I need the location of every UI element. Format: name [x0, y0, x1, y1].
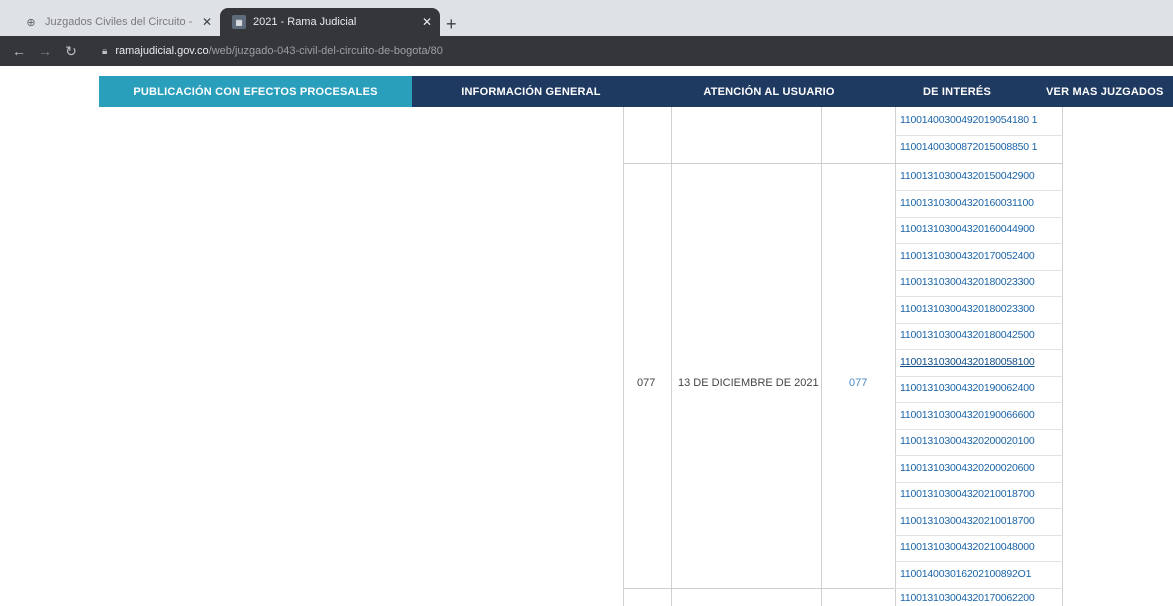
table-border [895, 243, 1063, 244]
row-number: 077 [637, 377, 656, 389]
process-link[interactable]: 110014003016202100892O1 [900, 568, 1031, 580]
row-date: 13 DE DICIEMBRE DE 2021 [678, 377, 819, 389]
site-icon: ▦ [232, 15, 246, 29]
nav-item-informacion-general[interactable]: INFORMACIÓN GENERAL [412, 76, 650, 107]
browser-tab-strip: ⊕ Juzgados Civiles del Circuito - R ✕ ▦ … [0, 0, 1173, 36]
browser-tab-active[interactable]: ▦ 2021 - Rama Judicial ✕ [220, 8, 440, 36]
address-bar[interactable]: 🔒︎ ramajudicial.gov.co /web/juzgado-043-… [102, 45, 443, 57]
close-icon[interactable]: ✕ [202, 15, 212, 29]
table-border [895, 508, 1063, 509]
process-link[interactable]: 110013103004320170062200 [900, 592, 1035, 604]
table-border [895, 481, 1063, 483]
process-link[interactable]: 110013103004320150042900 [900, 170, 1035, 182]
process-link[interactable]: 110013103004320190062400 [900, 382, 1035, 394]
process-link[interactable]: 110013103004320160044900 [900, 223, 1035, 235]
url-path: /web/juzgado-043-civil-del-circuito-de-b… [208, 45, 443, 57]
table-border [895, 534, 1063, 536]
table-border [895, 190, 1063, 191]
nav-item-publicacion[interactable]: PUBLICACIÓN CON EFECTOS PROCESALES [99, 76, 412, 107]
process-link[interactable]: 110013103004320210018700 [900, 515, 1035, 527]
process-link[interactable]: 110013103004320180042500 [900, 329, 1035, 341]
process-link[interactable]: 110013103004320190066600 [900, 409, 1035, 421]
table-border [895, 561, 1063, 562]
new-tab-button[interactable]: + [446, 14, 457, 35]
browser-tab[interactable]: ⊕ Juzgados Civiles del Circuito - R ✕ [10, 8, 220, 36]
table-border [623, 107, 624, 606]
globe-icon: ⊕ [26, 16, 36, 29]
browser-toolbar: ← → ↻ 🔒︎ ramajudicial.gov.co /web/juzgad… [0, 36, 1173, 66]
table-border [895, 587, 1063, 589]
process-link[interactable]: 110013103004320210048000 [900, 541, 1035, 553]
table-border [895, 269, 1063, 271]
tab-title: 2021 - Rama Judicial [253, 16, 357, 28]
table-border [895, 296, 1063, 297]
table-border [671, 107, 672, 606]
process-link[interactable]: 110013103004320200020600 [900, 462, 1035, 474]
table-border [821, 107, 822, 606]
table-border [895, 107, 896, 606]
row-link[interactable]: 077 [849, 377, 867, 389]
table-border [1062, 107, 1063, 606]
close-icon[interactable]: ✕ [422, 15, 432, 29]
table-border [895, 428, 1063, 430]
process-link[interactable]: 110013103004320170052400 [900, 250, 1035, 262]
table-border [895, 135, 1063, 136]
process-link[interactable]: 110013103004320180058100 [900, 356, 1035, 368]
lock-icon: 🔒︎ [102, 45, 108, 57]
tab-title: Juzgados Civiles del Circuito - R [45, 16, 195, 28]
site-navigation: PUBLICACIÓN CON EFECTOS PROCESALES INFOR… [0, 76, 1173, 107]
reload-icon[interactable]: ↻ [64, 43, 78, 60]
table-border [623, 163, 1063, 164]
forward-arrow-icon[interactable]: → [38, 43, 52, 59]
table-border [895, 216, 1063, 218]
nav-item-atencion-usuario[interactable]: ATENCIÓN AL USUARIO [650, 76, 888, 107]
process-link[interactable]: 110013103004320210018700 [900, 488, 1035, 500]
process-link[interactable]: 110013103004320180023300 [900, 276, 1035, 288]
process-link[interactable]: 110013103004320160031100 [900, 197, 1034, 209]
table-border [895, 322, 1063, 324]
process-link[interactable]: 11001400300872015008850 1 [900, 141, 1037, 153]
process-link[interactable]: 110013103004320200020100 [900, 435, 1035, 447]
table-border [895, 375, 1063, 377]
table-border [895, 349, 1063, 350]
table-border [895, 455, 1063, 456]
back-arrow-icon[interactable]: ← [12, 43, 26, 59]
nav-item-de-interes[interactable]: DE INTERÉS [888, 76, 1026, 107]
process-link[interactable]: 11001400300492019054180 1 [900, 114, 1037, 126]
nav-item-ver-mas-juzgados[interactable]: VER MAS JUZGADOS [1026, 76, 1173, 107]
url-host: ramajudicial.gov.co [115, 45, 209, 57]
process-link[interactable]: 110013103004320180023300 [900, 303, 1035, 315]
table-border [895, 402, 1063, 403]
